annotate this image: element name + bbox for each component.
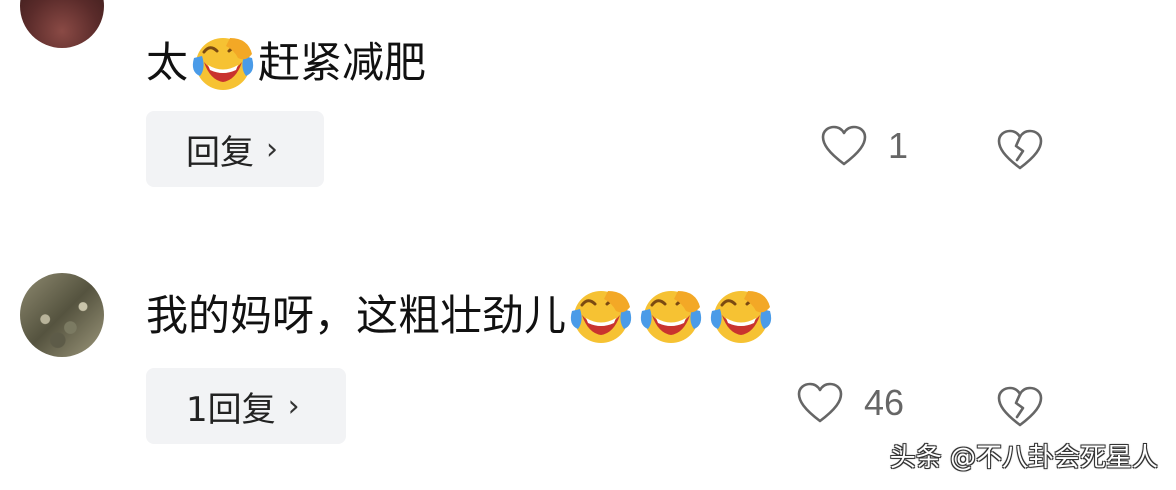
- laughing-crying-emoji-icon: [190, 32, 256, 94]
- like-button[interactable]: 1: [820, 124, 908, 168]
- reply-label: 回复: [186, 132, 254, 173]
- reply-button[interactable]: 1回复 ›: [146, 368, 346, 444]
- comment-text-part: 赶紧减肥: [258, 38, 427, 87]
- comment-text: 我的妈呀，这粗壮劲儿: [146, 285, 776, 347]
- comment-text-part: 我的妈呀，这粗壮劲儿: [146, 291, 567, 340]
- avatar[interactable]: [20, 273, 104, 357]
- like-count: 1: [888, 125, 909, 166]
- chevron-right-icon: ›: [287, 388, 300, 424]
- comment-text: 太 赶紧减肥: [146, 32, 426, 94]
- laughing-crying-emoji-icon: [568, 285, 634, 347]
- watermark: 头条 @不八卦会死星人: [889, 443, 1158, 473]
- laughing-crying-emoji-icon: [638, 285, 704, 347]
- like-button[interactable]: 46: [796, 381, 904, 425]
- chevron-right-icon: ›: [266, 131, 278, 167]
- heart-icon: [820, 124, 868, 168]
- avatar-crop-mask: [0, 245, 130, 273]
- reply-button[interactable]: 回复 ›: [146, 111, 324, 187]
- broken-heart-icon[interactable]: [996, 385, 1044, 429]
- comment-item: 太 赶紧减肥 回复 › 1: [0, 0, 1176, 245]
- broken-heart-icon[interactable]: [996, 128, 1044, 172]
- comment-text-part: 太: [146, 38, 189, 87]
- avatar[interactable]: [20, 0, 104, 48]
- reply-label: 1回复: [186, 389, 276, 430]
- laughing-crying-emoji-icon: [708, 285, 774, 347]
- like-count: 46: [864, 382, 905, 423]
- heart-icon: [796, 381, 844, 425]
